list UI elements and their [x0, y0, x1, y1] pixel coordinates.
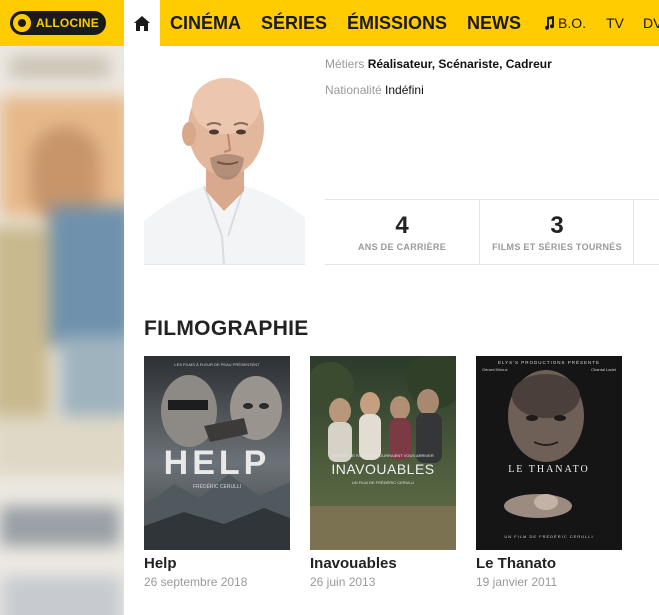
poster-top-text: LES FILMS À FLEUR DE PEAU PRÉSENTENT — [174, 362, 260, 367]
logo-mark-icon — [11, 12, 33, 34]
nationality-label: Nationalité — [325, 83, 382, 97]
film-card-help[interactable]: LES FILMS À FLEUR DE PEAU PRÉSENTENT HEL… — [144, 356, 290, 589]
music-note-icon — [545, 16, 555, 30]
top-navigation: ALLOCINE CINÉMA SÉRIES ÉMISSIONS NEWS B.… — [0, 0, 659, 46]
film-release-date: 26 septembre 2018 — [144, 575, 248, 589]
filmography-title: FILMOGRAPHIE — [144, 317, 309, 340]
stat-divider — [633, 200, 634, 264]
stat-films-count: 3 FILMS ET SÉRIES TOURNÉS — [480, 200, 634, 264]
nav-emissions[interactable]: ÉMISSIONS — [347, 0, 447, 46]
film-title[interactable]: Inavouables — [310, 555, 456, 572]
film-release-date: 19 janvier 2011 — [476, 575, 558, 589]
poster-name-left: Gérard Miroux — [482, 367, 508, 372]
jobs-label: Métiers — [325, 57, 365, 71]
nav-news[interactable]: NEWS — [467, 0, 521, 46]
film-card-le-thanato[interactable]: ELYS'S PRODUCTIONS PRÉSENTE Gérard Mirou… — [476, 356, 622, 589]
poster-credit-text: FRÉDÉRIC CERULLI — [193, 483, 241, 490]
film-poster[interactable]: ELYS'S PRODUCTIONS PRÉSENTE Gérard Mirou… — [476, 356, 622, 550]
poster-name-right: Chantal Ladet — [591, 367, 617, 372]
person-photo — [144, 46, 305, 265]
poster-inavouables-image: INSPIRÉ DE FAITS QUI POURRAIENT VOUS ARR… — [310, 356, 456, 550]
nav-tv[interactable]: TV — [606, 0, 624, 46]
poster-title-text: INAVOUABLES — [331, 461, 434, 477]
stat-label: ANS DE CARRIÈRE — [357, 242, 446, 252]
film-poster[interactable]: LES FILMS À FLEUR DE PEAU PRÉSENTENT HEL… — [144, 356, 290, 550]
poster-credit-text: UN FILM DE FRÉDÉRIC CERULLI — [504, 534, 593, 539]
poster-title-text: LE THANATO — [508, 464, 590, 475]
nav-series[interactable]: SÉRIES — [261, 0, 327, 46]
ad-artwork — [0, 46, 124, 615]
film-poster[interactable]: INSPIRÉ DE FAITS QUI POURRAIENT VOUS ARR… — [310, 356, 456, 550]
nationality-value: Indéfini — [385, 83, 424, 97]
nav-cinema[interactable]: CINÉMA — [170, 0, 241, 46]
film-card-inavouables[interactable]: INSPIRÉ DE FAITS QUI POURRAIENT VOUS ARR… — [310, 356, 456, 589]
film-release-date: 26 juin 2013 — [310, 575, 376, 589]
film-title[interactable]: Le Thanato — [476, 555, 622, 572]
allocine-logo: ALLOCINE — [10, 11, 106, 35]
stat-value: 4 — [395, 212, 409, 239]
career-stats: 4 ANS DE CARRIÈRE 3 FILMS ET SÉRIES TOUR… — [325, 199, 659, 265]
film-title[interactable]: Help — [144, 555, 290, 572]
poster-credit-text: UN FILM DE FRÉDÉRIC CERULLI — [352, 480, 414, 485]
stat-career-years: 4 ANS DE CARRIÈRE — [325, 200, 479, 264]
jobs-row: Métiers Réalisateur, Scénariste, Cadreur — [325, 57, 552, 71]
home-button[interactable] — [124, 0, 160, 46]
person-portrait-image — [144, 46, 305, 264]
jobs-value: Réalisateur, Scénariste, Cadreur — [367, 57, 552, 71]
home-icon — [134, 15, 150, 31]
stat-value: 3 — [550, 212, 564, 239]
stat-label: FILMS ET SÉRIES TOURNÉS — [492, 242, 622, 252]
poster-title-text: HELP — [164, 444, 271, 482]
nav-bo[interactable]: B.O. — [543, 0, 586, 46]
nav-dvd[interactable]: DV — [643, 0, 659, 46]
logo-text: ALLOCINE — [36, 16, 99, 30]
nav-bo-label: B.O. — [558, 15, 587, 31]
nationality-row: Nationalité Indéfini — [325, 83, 424, 97]
poster-help-image: LES FILMS À FLEUR DE PEAU PRÉSENTENT HEL… — [144, 356, 290, 550]
poster-top-text: INSPIRÉ DE FAITS QUI POURRAIENT VOUS ARR… — [332, 453, 434, 458]
sidebar-ad[interactable] — [0, 46, 124, 615]
logo-link[interactable]: ALLOCINE — [0, 0, 124, 46]
poster-le-thanato-image: ELYS'S PRODUCTIONS PRÉSENTE Gérard Mirou… — [476, 356, 622, 550]
poster-top-text: ELYS'S PRODUCTIONS PRÉSENTE — [498, 359, 600, 365]
